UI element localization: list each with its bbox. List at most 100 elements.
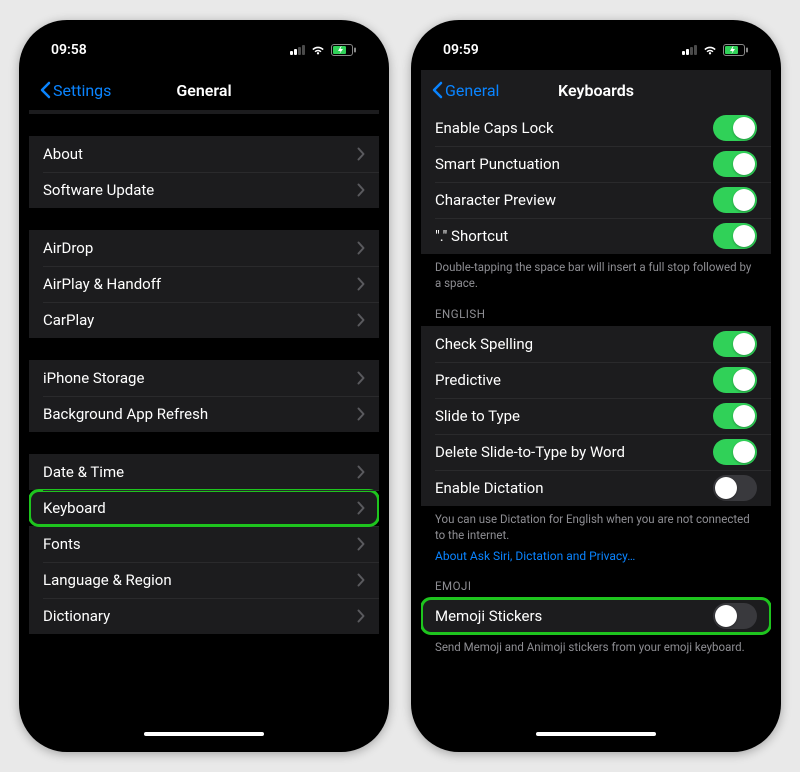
row-label: AirDrop [43,239,357,257]
row-predictive[interactable]: Predictive [421,362,771,398]
privacy-link[interactable]: About Ask Siri, Dictation and Privacy… [421,545,771,565]
group-footer: You can use Dictation for English when y… [421,506,771,545]
group-footer: Send Memoji and Animoji stickers from yo… [421,634,771,658]
toggle-shortcut[interactable] [713,223,757,249]
phone-screen: 09:59 General Keyboards [421,30,771,742]
settings-group: AirDrop AirPlay & Handoff CarPlay [29,230,379,338]
toggle-predictive[interactable] [713,367,757,393]
row-date-time[interactable]: Date & Time [29,454,379,490]
chevron-right-icon [357,241,365,255]
home-indicator[interactable] [144,732,264,736]
section-header-emoji: EMOJI [421,565,771,598]
nav-bar: Settings General [29,70,379,110]
toggle-delete-slide-to-type-by-word[interactable] [713,439,757,465]
battery-charging-icon [723,44,749,56]
row-software-update[interactable]: Software Update [29,172,379,208]
row-label: Delete Slide-to-Type by Word [435,443,713,461]
chevron-left-icon [39,81,51,99]
chevron-right-icon [357,609,365,623]
group-footer: Double-tapping the space bar will insert… [421,254,771,293]
settings-group: Check Spelling Predictive Slide to Type Del… [421,326,771,506]
row-iphone-storage[interactable]: iPhone Storage [29,360,379,396]
row-label: Dictionary [43,607,357,625]
row-label: Enable Caps Lock [435,119,713,137]
home-indicator[interactable] [536,732,656,736]
back-button[interactable]: Settings [39,81,111,100]
row-shortcut[interactable]: "." Shortcut [421,218,771,254]
row-check-spelling[interactable]: Check Spelling [421,326,771,362]
settings-group: Date & Time Keyboard Fonts Language & Regio… [29,454,379,634]
toggle-enable-caps-lock[interactable] [713,115,757,141]
chevron-right-icon [357,371,365,385]
row-label: AirPlay & Handoff [43,275,357,293]
settings-group: Enable Caps Lock Smart Punctuation Charact… [421,110,771,254]
row-language-region[interactable]: Language & Region [29,562,379,598]
row-label: Memoji Stickers [435,607,713,625]
row-label: Smart Punctuation [435,155,713,173]
back-label: Settings [53,81,111,100]
row-smart-punctuation[interactable]: Smart Punctuation [421,146,771,182]
row-label: Language & Region [43,571,357,589]
chevron-right-icon [357,313,365,327]
row-dictionary[interactable]: Dictionary [29,598,379,634]
row-label: CarPlay [43,311,357,329]
row-airplay-handoff[interactable]: AirPlay & Handoff [29,266,379,302]
wifi-icon [310,44,326,56]
row-enable-caps-lock[interactable]: Enable Caps Lock [421,110,771,146]
settings-group: iPhone StorageBackground App Refresh [29,360,379,432]
nav-bar: General Keyboards [421,70,771,110]
settings-group: About Software Update [29,136,379,208]
row-label: Fonts [43,535,357,553]
phone-keyboards: 09:59 General Keyboards [411,20,781,752]
status-time: 09:58 [51,42,87,58]
phone-screen: 09:58 Settings General [29,30,379,742]
chevron-right-icon [357,537,365,551]
row-label: Date & Time [43,463,357,481]
row-label: Predictive [435,371,713,389]
toggle-enable-dictation[interactable] [713,475,757,501]
toggle-smart-punctuation[interactable] [713,151,757,177]
row-delete-slide-to-type-by-word[interactable]: Delete Slide-to-Type by Word [421,434,771,470]
chevron-right-icon [357,573,365,587]
toggle-memoji-stickers[interactable] [713,603,757,629]
row-airdrop[interactable]: AirDrop [29,230,379,266]
notch [122,30,287,54]
chevron-right-icon [357,465,365,479]
row-label: Check Spelling [435,335,713,353]
battery-charging-icon [331,44,357,56]
row-fonts[interactable]: Fonts [29,526,379,562]
row-about[interactable]: About [29,136,379,172]
status-icons [682,44,749,56]
row-label: About [43,145,357,163]
notch [514,30,679,54]
cellular-signal-icon [682,45,697,55]
chevron-right-icon [357,277,365,291]
settings-list[interactable]: About Software Update AirDrop AirPlay & Han… [29,110,379,742]
chevron-left-icon [431,81,443,99]
row-enable-dictation[interactable]: Enable Dictation [421,470,771,506]
row-background-app-refresh[interactable]: Background App Refresh [29,396,379,432]
row-slide-to-type[interactable]: Slide to Type [421,398,771,434]
row-label: Enable Dictation [435,479,713,497]
status-time: 09:59 [443,42,479,58]
toggle-check-spelling[interactable] [713,331,757,357]
back-button[interactable]: General [431,81,499,100]
status-icons [290,44,357,56]
row-carplay[interactable]: CarPlay [29,302,379,338]
toggle-slide-to-type[interactable] [713,403,757,429]
settings-group: Memoji Stickers [421,598,771,634]
back-label: General [445,81,499,100]
chevron-right-icon [357,183,365,197]
row-label: Software Update [43,181,357,199]
chevron-right-icon [357,407,365,421]
phone-general: 09:58 Settings General [19,20,389,752]
settings-list[interactable]: Enable Caps Lock Smart Punctuation Charact… [421,110,771,742]
chevron-right-icon [357,501,365,515]
toggle-character-preview[interactable] [713,187,757,213]
row-memoji-stickers[interactable]: Memoji Stickers [421,598,771,634]
row-label: "." Shortcut [435,227,713,245]
section-header-english: ENGLISH [421,293,771,326]
row-keyboard[interactable]: Keyboard [29,490,379,526]
row-character-preview[interactable]: Character Preview [421,182,771,218]
chevron-right-icon [357,147,365,161]
